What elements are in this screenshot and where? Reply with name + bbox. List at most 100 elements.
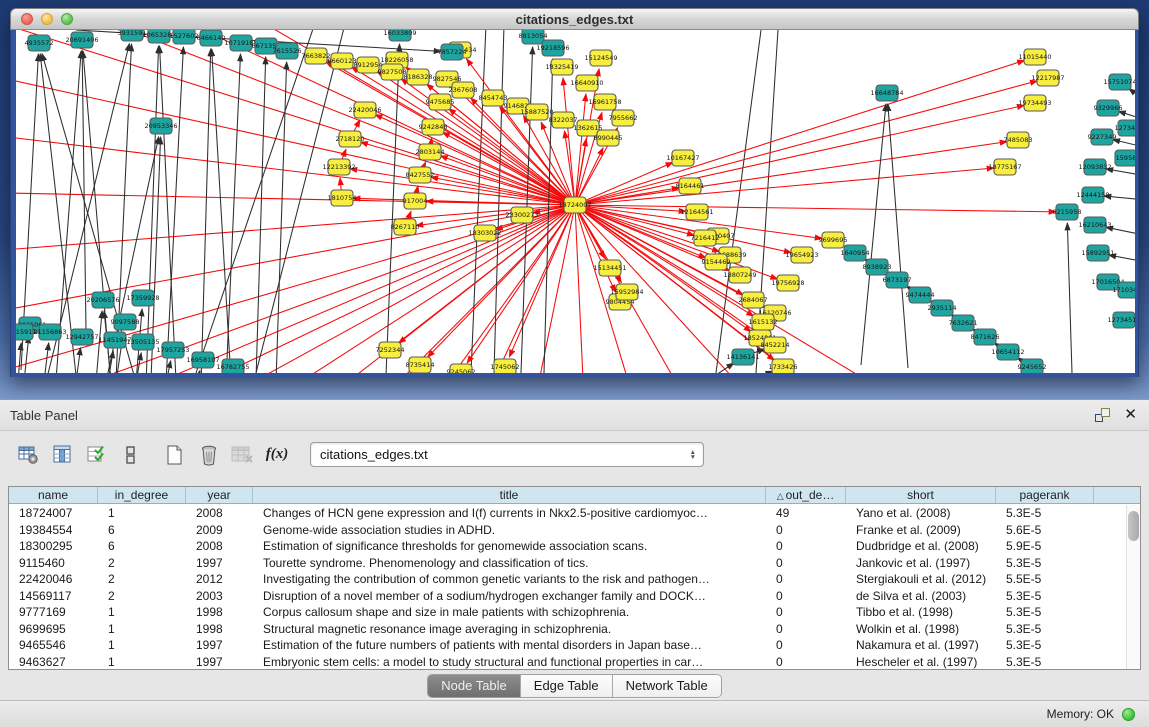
tab-edge-table[interactable]: Edge Table	[521, 675, 613, 697]
graph-node[interactable]: 2684067	[739, 292, 768, 308]
scrollbar-thumb[interactable]	[1128, 511, 1139, 541]
graph-node[interactable]: 9699695	[819, 232, 848, 248]
delete-table-icon[interactable]	[228, 441, 258, 469]
graph-node[interactable]: 15751074	[1103, 74, 1135, 90]
table-row[interactable]: 1830029562008Estimation of significance …	[9, 538, 1126, 555]
table-selector-dropdown[interactable]: citations_edges.txt ▲▼	[310, 442, 704, 467]
graph-node[interactable]: 1615132	[749, 314, 778, 330]
graph-node[interactable]: 12734512	[1107, 312, 1135, 328]
graph-node[interactable]: 11015440	[1018, 49, 1051, 65]
graph-node[interactable]: 6466140	[197, 30, 226, 46]
graph-node[interactable]: 19734493	[1018, 95, 1051, 111]
graph-node[interactable]: 16961758	[588, 94, 621, 110]
graph-node[interactable]: 9097588	[111, 314, 140, 330]
graph-node[interactable]: 9245652	[1018, 359, 1047, 373]
graph-node[interactable]: 1733426	[769, 359, 798, 373]
graph-node[interactable]: 7955662	[609, 110, 638, 126]
graph-node[interactable]: 20953346	[144, 118, 177, 134]
vertical-scrollbar[interactable]	[1126, 505, 1140, 669]
graph-node[interactable]: 8427552	[406, 167, 435, 183]
graph-node[interactable]: 8267110	[391, 219, 420, 235]
graph-node[interactable]: 10654112	[991, 344, 1024, 360]
graph-node[interactable]: 9474444	[906, 287, 935, 303]
table-row[interactable]: 1872400712008Changes of HCN gene express…	[9, 505, 1126, 522]
graph-node[interactable]: 8452214	[761, 337, 790, 353]
table-row[interactable]: 911546021997Tourette syndrome. Phenomeno…	[9, 555, 1126, 572]
graph-node[interactable]: 12213392	[322, 159, 355, 175]
graph-node[interactable]: 7632621	[949, 315, 978, 331]
graph-node[interactable]: 12942757	[65, 329, 98, 345]
graph-node[interactable]: 9154469	[702, 254, 731, 270]
column-visibility-icon[interactable]	[48, 441, 78, 469]
graph-node[interactable]: 16648784	[870, 85, 903, 101]
network-canvas[interactable]: 1872400786601238912954182260589827508818…	[16, 30, 1135, 373]
graph-node[interactable]: 8735414	[406, 357, 435, 373]
tab-network-table[interactable]: Network Table	[613, 675, 721, 697]
graph-node[interactable]: 7252344	[376, 342, 405, 358]
graph-node[interactable]: 2367608	[449, 82, 478, 98]
graph-node[interactable]: 2718120	[336, 131, 365, 147]
table-row[interactable]: 2242004622012Investigating the contribut…	[9, 571, 1126, 588]
graph-node[interactable]: 12444158	[1076, 187, 1109, 203]
graph-node[interactable]: 7485083	[1004, 132, 1033, 148]
graph-node[interactable]: 4935572	[25, 35, 54, 51]
graph-node[interactable]: 15134451	[593, 260, 626, 276]
graph-node[interactable]: 19756928	[771, 275, 804, 291]
graph-node[interactable]: 7857224	[438, 44, 467, 60]
graph-node[interactable]: 1527602	[170, 30, 199, 44]
graph-node[interactable]: 18325419	[545, 59, 578, 75]
graph-node[interactable]: 1640954	[841, 245, 870, 261]
graph-node[interactable]: 9475685	[426, 94, 455, 110]
network-window-titlebar[interactable]: citations_edges.txt	[10, 8, 1139, 30]
column-header-year[interactable]: year	[186, 487, 253, 503]
memory-status-icon[interactable]	[1122, 708, 1135, 721]
graph-node[interactable]: 15124549	[584, 50, 617, 66]
graph-node[interactable]: 16782755	[216, 359, 249, 373]
graph-node[interactable]: 7615526	[273, 43, 302, 59]
graph-node[interactable]: 19654923	[785, 247, 818, 263]
column-header-in_degree[interactable]: in_degree	[98, 487, 186, 503]
graph-node[interactable]: 9827508	[378, 64, 407, 80]
graph-node[interactable]: 7663822	[302, 48, 331, 64]
graph-node[interactable]: 14136141	[726, 349, 759, 365]
float-window-icon[interactable]	[1095, 408, 1110, 422]
graph-node[interactable]: 8215958	[1053, 204, 1082, 220]
table-row[interactable]: 1456911722003Disruption of a novel membe…	[9, 588, 1126, 605]
graph-node[interactable]: 1745062	[491, 359, 520, 373]
function-builder-icon[interactable]: f(x)	[262, 441, 292, 469]
graph-node[interactable]: 9329966	[1094, 100, 1123, 116]
column-header-title[interactable]: title	[253, 487, 766, 503]
graph-node[interactable]: 16640910	[570, 75, 603, 91]
column-header-name[interactable]: name	[9, 487, 98, 503]
table-mode-icon[interactable]	[14, 441, 44, 469]
table-row[interactable]: 969969511998Structural magnetic resonanc…	[9, 621, 1126, 638]
table-row[interactable]: 1938455462009Genome-wide association stu…	[9, 522, 1126, 539]
row-selection-icon[interactable]	[82, 441, 112, 469]
graph-node[interactable]: 15892951	[1081, 245, 1114, 261]
graph-node[interactable]: 9245062	[447, 364, 476, 373]
column-header-pagerank[interactable]: pagerank	[996, 487, 1094, 503]
graph-node[interactable]: 8164461	[676, 178, 705, 194]
graph-node[interactable]: 1810754	[328, 190, 357, 206]
graph-node[interactable]: 16033809	[383, 30, 416, 41]
graph-node[interactable]: 8990445	[594, 130, 623, 146]
graph-node[interactable]: 18775167	[988, 159, 1021, 175]
close-icon[interactable]: ✕	[1124, 408, 1137, 422]
graph-node[interactable]: 9242848	[419, 119, 448, 135]
graph-node[interactable]: 9227349	[1088, 129, 1117, 145]
rows-icon[interactable]	[116, 441, 146, 469]
column-header-out_de[interactable]: △out_de…	[766, 487, 846, 503]
graph-node[interactable]: 7216412	[691, 230, 720, 246]
tab-node-table[interactable]: Node Table	[428, 675, 521, 697]
column-header-short[interactable]: short	[846, 487, 996, 503]
graph-node[interactable]: 1273455	[1115, 120, 1135, 136]
graph-node[interactable]: 16958107	[186, 352, 219, 368]
graph-node[interactable]: 8471626	[971, 329, 1000, 345]
table-row[interactable]: 977716911998Corpus callosum shape and si…	[9, 604, 1126, 621]
graph-node[interactable]: 8660123	[328, 53, 357, 69]
graph-node[interactable]: 8186328	[404, 69, 433, 85]
table-row[interactable]: 946554611997Estimation of the future num…	[9, 637, 1126, 654]
graph-node[interactable]: 6873197	[883, 272, 912, 288]
graph-node[interactable]: 16210643	[1078, 217, 1111, 233]
graph-node[interactable]: 12217987	[1031, 70, 1064, 86]
